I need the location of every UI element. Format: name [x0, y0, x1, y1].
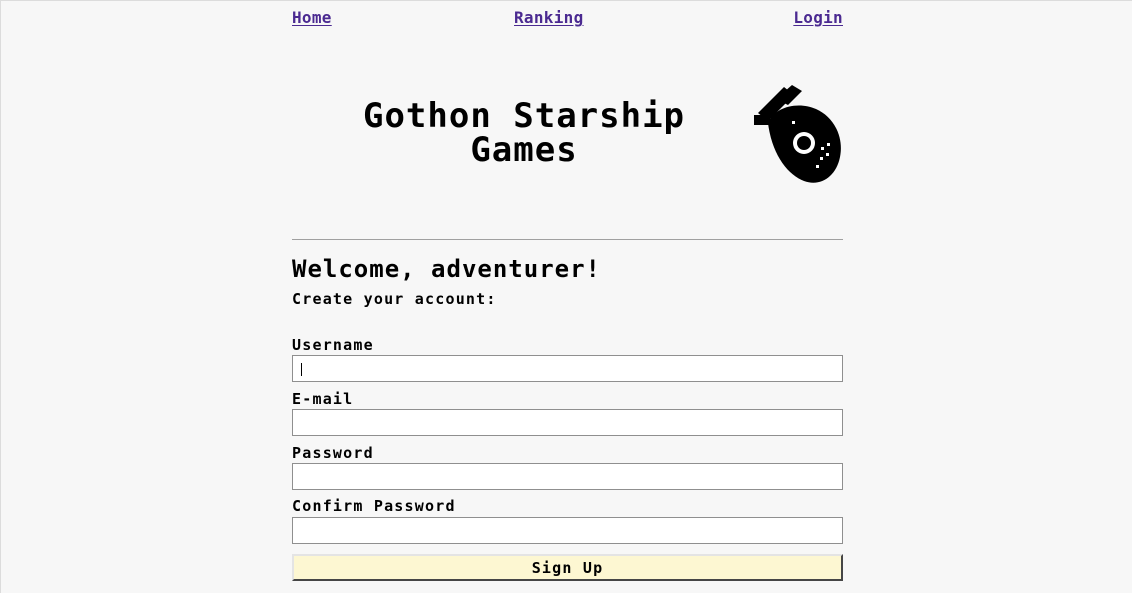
welcome-heading: Welcome, adventurer! [292, 255, 601, 283]
email-label: E-mail [292, 390, 354, 408]
nav-ranking-link[interactable]: Ranking [514, 8, 584, 27]
text-caret [301, 363, 302, 376]
top-nav: Home Ranking Login [292, 1, 843, 31]
nav-login-link[interactable]: Login [793, 8, 843, 27]
password-input[interactable] [292, 463, 843, 490]
username-input[interactable] [292, 355, 843, 382]
site-header: Gothon Starship Games [292, 83, 843, 193]
username-label: Username [292, 336, 374, 354]
site-title: Gothon Starship Games [362, 96, 686, 170]
form-subtitle: Create your account: [292, 290, 497, 308]
email-input[interactable] [292, 409, 843, 436]
sign-up-button[interactable]: Sign Up [292, 554, 843, 581]
confirm-password-label: Confirm Password [292, 497, 456, 515]
confirm-password-input[interactable] [292, 517, 843, 544]
nav-home-link[interactable]: Home [292, 8, 332, 27]
password-label: Password [292, 444, 374, 462]
page-container: Home Ranking Login Gothon Starship Games [292, 1, 843, 581]
spaceship-icon [754, 85, 841, 183]
header-divider [292, 239, 843, 240]
